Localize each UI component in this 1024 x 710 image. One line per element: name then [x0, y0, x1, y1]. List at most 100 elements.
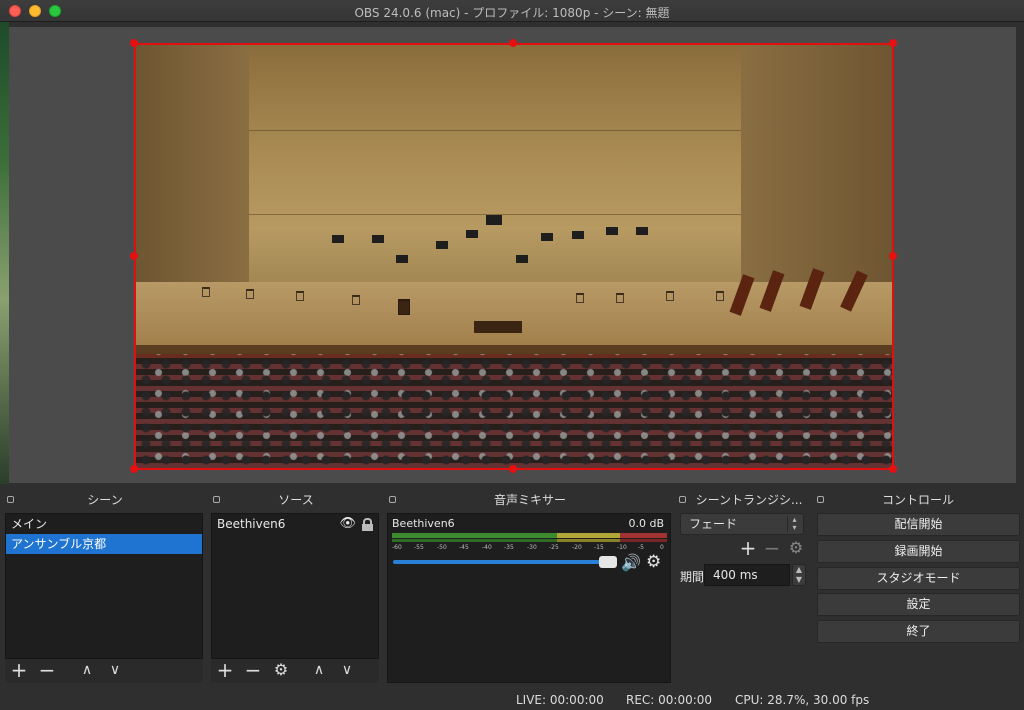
hall-left-wall: [136, 45, 250, 308]
settings-button[interactable]: 設定: [817, 593, 1020, 616]
meter-tick: -25: [549, 544, 559, 551]
music-stand: [332, 235, 344, 243]
chevron-down-icon[interactable]: ∨: [336, 659, 358, 683]
conductor-chair: [398, 299, 410, 315]
sources-dock: ソース Beethiven6 👁 + − ⚙ ∧ ∨: [211, 491, 381, 686]
volume-slider-handle[interactable]: [599, 556, 617, 568]
scenes-list[interactable]: メイン アンサンブル京都: [5, 513, 203, 659]
transform-handle-top-left[interactable]: [130, 39, 138, 47]
source-item[interactable]: Beethiven6 👁: [212, 514, 378, 534]
gear-icon[interactable]: ⚙: [646, 552, 661, 572]
sources-list[interactable]: Beethiven6 👁: [211, 513, 379, 659]
chevron-down-icon[interactable]: ∨: [104, 659, 126, 683]
plus-icon[interactable]: +: [737, 537, 759, 561]
meter-tick: -45: [459, 544, 469, 551]
transform-handle-bottom[interactable]: [509, 465, 517, 473]
chair: [616, 293, 624, 303]
dock-float-icon[interactable]: [213, 496, 220, 503]
dock-float-icon[interactable]: [389, 496, 396, 503]
duration-spinbox[interactable]: 400 ms: [704, 564, 790, 586]
cpu-fps: CPU: 28.7%, 30.00 fps: [735, 693, 870, 707]
audience: [136, 353, 892, 468]
plus-icon[interactable]: +: [8, 659, 30, 683]
music-stand: [436, 241, 448, 249]
music-stand: [541, 233, 553, 241]
plus-icon[interactable]: +: [214, 659, 236, 683]
chair: [246, 289, 254, 299]
controls-dock: コントロール 配信開始 録画開始 スタジオモード 設定 終了: [815, 491, 1021, 686]
duration-value: 400 ms: [713, 568, 758, 582]
volume-slider[interactable]: [393, 560, 615, 564]
obs-window: OBS 24.0.6 (mac) - プロファイル: 1080p - シーン: …: [0, 0, 1024, 710]
music-stand: [372, 235, 384, 243]
music-stand: [572, 231, 584, 239]
scenes-dock: シーン メイン アンサンブル京都 + − ∧ ∨: [5, 491, 205, 686]
music-stand: [516, 255, 528, 263]
transform-handle-top[interactable]: [509, 39, 517, 47]
meter-tick: -50: [437, 544, 447, 551]
preview-area[interactable]: [9, 27, 1016, 483]
minus-icon[interactable]: −: [36, 659, 58, 683]
scenes-dock-title: シーン: [87, 493, 123, 507]
chevron-updown-icon: ▴ ▾: [787, 516, 801, 532]
chair: [576, 293, 584, 303]
start-recording-button[interactable]: 録画開始: [817, 540, 1020, 563]
chair: [352, 295, 360, 305]
studio-mode-button[interactable]: スタジオモード: [817, 567, 1020, 590]
hall-right-wall: [740, 45, 892, 308]
exit-button[interactable]: 終了: [817, 620, 1020, 643]
controls-dock-title: コントロール: [881, 493, 954, 507]
chair: [716, 291, 724, 301]
duration-stepper[interactable]: ▲ ▼: [792, 564, 806, 586]
desktop-background: [0, 22, 9, 484]
transition-select[interactable]: フェード ▴ ▾: [680, 513, 804, 535]
lock-icon-body: [362, 524, 373, 531]
rec-timer: REC: 00:00:00: [626, 693, 713, 707]
start-streaming-button[interactable]: 配信開始: [817, 513, 1020, 536]
window-title: OBS 24.0.6 (mac) - プロファイル: 1080p - シーン: …: [354, 6, 670, 20]
music-stand: [396, 255, 408, 263]
minus-icon[interactable]: −: [761, 537, 783, 561]
meter-tick: -15: [594, 544, 604, 551]
sources-dock-title: ソース: [278, 493, 314, 507]
music-stand: [606, 227, 618, 235]
speaker-icon[interactable]: 🔊: [621, 553, 641, 572]
transitions-dock-title: シーントランジシ...: [695, 493, 803, 507]
chevron-up-icon[interactable]: ∧: [308, 659, 330, 683]
transform-handle-left[interactable]: [130, 252, 138, 260]
meter-tick: -10: [617, 544, 627, 551]
podium: [474, 321, 522, 333]
dock-float-icon[interactable]: [7, 496, 14, 503]
meter-tick: -35: [504, 544, 514, 551]
mixer-dock-title: 音声ミキサー: [493, 493, 566, 507]
dock-float-icon[interactable]: [679, 496, 686, 503]
transform-handle-top-right[interactable]: [889, 39, 897, 47]
meter-tick: -40: [482, 544, 492, 551]
meter-tick: -55: [414, 544, 424, 551]
scene-item[interactable]: メイン: [6, 514, 202, 534]
sources-toolbar: + − ⚙ ∧ ∨: [211, 659, 379, 683]
preview-canvas[interactable]: [134, 43, 894, 470]
transform-handle-bottom-left[interactable]: [130, 465, 138, 473]
eye-icon[interactable]: 👁: [339, 514, 356, 534]
meter-tick: -30: [527, 544, 537, 551]
minus-icon[interactable]: −: [242, 659, 264, 683]
dock-float-icon[interactable]: [817, 496, 824, 503]
meter-tick: 0: [660, 544, 664, 551]
meter-tick: -20: [572, 544, 582, 551]
transform-handle-right[interactable]: [889, 252, 897, 260]
mixer-channel-db: 0.0 dB: [628, 517, 664, 530]
transform-handle-bottom-right[interactable]: [889, 465, 897, 473]
music-stand: [466, 230, 478, 238]
music-stand: [636, 227, 648, 235]
gear-icon[interactable]: ⚙: [785, 537, 807, 561]
wall-panel-line: [249, 129, 741, 131]
title-bar[interactable]: OBS 24.0.6 (mac) - プロファイル: 1080p - シーン: …: [0, 0, 1024, 22]
source-item-label: Beethiven6: [217, 517, 286, 531]
volume-meter-peak: [392, 539, 667, 542]
gear-icon[interactable]: ⚙: [270, 659, 292, 683]
chevron-up-icon[interactable]: ∧: [76, 659, 98, 683]
duration-label: 期間: [680, 570, 705, 584]
volume-meter: [392, 533, 667, 538]
scene-item-selected[interactable]: アンサンブル京都: [6, 534, 202, 554]
